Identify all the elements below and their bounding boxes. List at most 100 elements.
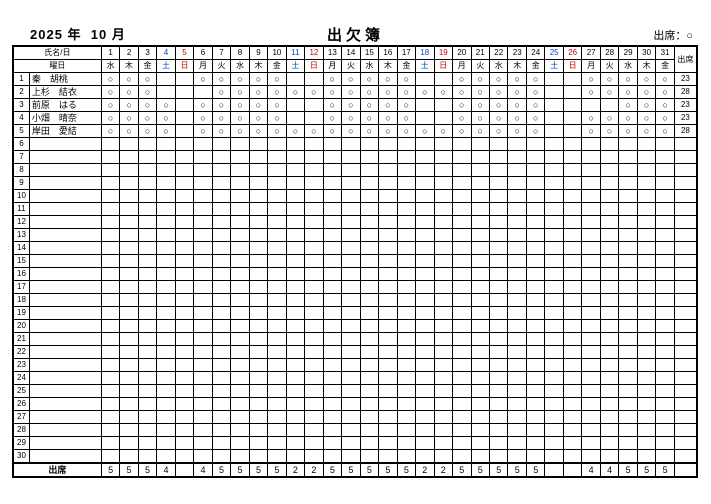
attendance-cell — [582, 411, 600, 424]
attendance-cell — [323, 320, 341, 333]
attendance-cell — [231, 164, 249, 177]
attendance-cell — [416, 398, 434, 411]
attendance-cell — [379, 333, 397, 346]
attendance-cell — [305, 450, 323, 464]
attendance-cell — [342, 411, 360, 424]
attendance-cell — [416, 203, 434, 216]
attendance-cell — [342, 333, 360, 346]
attendance-cell — [545, 125, 563, 138]
day-header: 29 — [619, 46, 637, 60]
attendance-cell — [453, 229, 471, 242]
attendance-cell — [563, 450, 581, 464]
attendance-cell — [637, 424, 655, 437]
table-row: 8 — [13, 164, 697, 177]
attendance-cell — [379, 268, 397, 281]
attendance-cell — [305, 73, 323, 86]
attendance-cell — [286, 242, 304, 255]
attendance-cell — [619, 424, 637, 437]
row-total — [674, 177, 697, 190]
attendance-cell: ○ — [360, 73, 378, 86]
attendance-cell — [360, 190, 378, 203]
row-total: 28 — [674, 125, 697, 138]
day-header: 7 — [212, 46, 230, 60]
attendance-cell — [637, 333, 655, 346]
attendance-cell — [545, 450, 563, 464]
attendance-cell — [305, 411, 323, 424]
weekday-header-cell: 日 — [434, 60, 452, 73]
weekday-header-cell: 火 — [600, 60, 618, 73]
name-day-header: 氏名/日 — [13, 46, 101, 60]
attendance-cell — [397, 385, 415, 398]
attendance-cell — [637, 411, 655, 424]
attendance-cell: ○ — [619, 86, 637, 99]
attendance-cell — [175, 294, 193, 307]
row-total — [674, 268, 697, 281]
attendance-cell — [600, 307, 618, 320]
attendance-cell — [453, 190, 471, 203]
attendance-cell — [637, 190, 655, 203]
attendance-cell — [508, 151, 526, 164]
attendance-cell — [120, 307, 138, 320]
attendance-cell — [157, 359, 175, 372]
attendance-cell — [212, 437, 230, 450]
attendance-cell: ○ — [323, 112, 341, 125]
attendance-cell — [323, 333, 341, 346]
attendance-cell — [175, 73, 193, 86]
attendance-cell — [120, 346, 138, 359]
attendance-cell — [231, 333, 249, 346]
attendance-cell — [656, 307, 674, 320]
attendance-cell — [490, 333, 508, 346]
attendance-cell — [194, 216, 212, 229]
attendance-cell — [379, 151, 397, 164]
footer-total-cell: 5 — [379, 463, 397, 477]
attendance-cell — [157, 255, 175, 268]
attendance-cell: ○ — [397, 112, 415, 125]
student-name — [29, 151, 101, 164]
attendance-cell — [249, 281, 267, 294]
attendance-cell — [526, 333, 544, 346]
attendance-cell — [508, 203, 526, 216]
attendance-cell — [194, 307, 212, 320]
attendance-cell — [120, 164, 138, 177]
attendance-cell — [157, 268, 175, 281]
attendance-cell — [157, 281, 175, 294]
attendance-cell — [305, 177, 323, 190]
attendance-cell — [212, 359, 230, 372]
attendance-cell — [416, 112, 434, 125]
attendance-cell — [120, 203, 138, 216]
attendance-cell — [194, 359, 212, 372]
attendance-cell — [434, 242, 452, 255]
attendance-cell — [342, 320, 360, 333]
attendance-cell: ○ — [637, 125, 655, 138]
attendance-cell: ○ — [157, 112, 175, 125]
day-header: 18 — [416, 46, 434, 60]
attendance-cell — [138, 242, 156, 255]
attendance-cell — [138, 281, 156, 294]
attendance-cell — [360, 333, 378, 346]
attendance-cell — [600, 294, 618, 307]
attendance-cell — [360, 216, 378, 229]
day-header: 1 — [101, 46, 119, 60]
weekday-header-cell: 土 — [545, 60, 563, 73]
attendance-cell — [101, 307, 119, 320]
student-name — [29, 294, 101, 307]
attendance-cell — [582, 242, 600, 255]
attendance-cell — [397, 177, 415, 190]
attendance-cell — [305, 320, 323, 333]
attendance-cell — [600, 138, 618, 151]
attendance-cell — [231, 294, 249, 307]
attendance-cell — [342, 294, 360, 307]
attendance-cell — [619, 242, 637, 255]
attendance-cell — [323, 190, 341, 203]
attendance-cell — [545, 437, 563, 450]
attendance-cell — [212, 450, 230, 464]
attendance-cell — [138, 320, 156, 333]
attendance-cell — [231, 359, 249, 372]
row-total — [674, 437, 697, 450]
attendance-cell — [563, 437, 581, 450]
attendance-cell: ○ — [600, 73, 618, 86]
attendance-cell — [637, 229, 655, 242]
attendance-cell — [508, 333, 526, 346]
attendance-cell — [656, 385, 674, 398]
attendance-cell — [305, 437, 323, 450]
